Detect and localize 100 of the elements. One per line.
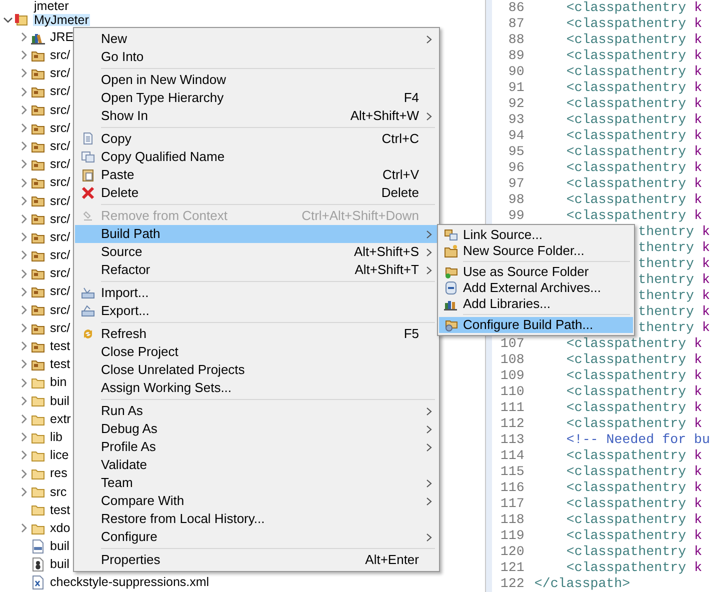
tree-item-label[interactable]: src/ <box>49 140 72 152</box>
menu-item[interactable]: Team <box>75 474 438 492</box>
menu-item[interactable]: Configure Build Path... <box>439 317 633 333</box>
shortcut-label: Alt+Shift+W <box>350 107 419 126</box>
menu-item[interactable]: Go Into <box>75 48 438 66</box>
file-icon <box>31 538 45 554</box>
tree-item-label[interactable]: src/ <box>49 212 72 226</box>
menu-item[interactable]: Paste Ctrl+V <box>75 166 438 184</box>
code-text: k <box>694 192 702 208</box>
menu-item[interactable]: Use as Source Folder <box>439 264 633 280</box>
tree-item-label[interactable]: src/ <box>49 249 72 262</box>
code-text: thentry <box>638 272 694 288</box>
tree-item-label[interactable]: test <box>49 340 72 353</box>
tree-item-label[interactable]: buil <box>49 394 70 408</box>
code-text: k <box>694 80 702 96</box>
shortcut-label: Alt+Shift+T <box>354 261 419 280</box>
tree-item-label[interactable]: buil <box>49 540 70 553</box>
menu-item[interactable]: Close Unrelated Projects <box>75 361 438 379</box>
menu-item[interactable]: Properties Alt+Enter <box>75 551 438 569</box>
tree-item-label[interactable]: src <box>49 486 68 498</box>
tree-item-label[interactable]: src/ <box>49 285 72 298</box>
tree-item-label[interactable]: src/ <box>49 194 72 208</box>
tree-item-label[interactable]: test <box>49 504 72 516</box>
menu-item[interactable]: Source Alt+Shift+S <box>75 243 438 261</box>
tree-item-label[interactable]: lice <box>49 449 70 462</box>
tree-item-label[interactable]: buil <box>49 558 70 571</box>
code-text: k <box>694 160 702 176</box>
menu-item[interactable]: Restore from Local History... <box>75 510 438 528</box>
code-text: k <box>694 416 702 432</box>
menu-item[interactable]: New <box>75 30 438 48</box>
code-text: <classpathentry <box>566 496 686 512</box>
menu-item[interactable]: Delete Delete <box>75 184 438 202</box>
code-text: k <box>694 480 702 496</box>
menu-item[interactable]: Add Libraries... <box>439 296 633 312</box>
tree-item-label[interactable]: src/ <box>49 158 72 171</box>
menu-item[interactable]: Debug As <box>75 420 438 438</box>
code-text: k <box>694 0 702 16</box>
menu-item[interactable]: Build Path <box>75 225 438 243</box>
menu-item[interactable]: Assign Working Sets... <box>75 379 438 397</box>
tree-item-label[interactable]: test <box>49 358 72 371</box>
tree-item-label[interactable]: src/ <box>49 104 72 116</box>
menu-item[interactable]: New Source Folder... <box>439 243 633 259</box>
paste-icon <box>81 168 95 182</box>
tree-item-label[interactable]: src/ <box>49 322 72 334</box>
line-number: 108 <box>499 352 524 368</box>
shortcut-label: Delete <box>381 184 419 202</box>
menu-item[interactable]: Export... <box>75 302 438 320</box>
menu-item[interactable]: Configure <box>75 528 438 546</box>
tree-item-label[interactable]: src/ <box>49 122 72 134</box>
line-number: 95 <box>507 144 524 160</box>
code-text: k <box>694 496 702 512</box>
tree-item-label[interactable]: bin <box>49 376 68 389</box>
shortcut-label: Alt+Shift+S <box>354 243 419 262</box>
menu-item[interactable]: Refresh F5 <box>75 325 438 343</box>
code-text: k <box>694 96 702 112</box>
menu-item[interactable]: Copy Qualified Name <box>75 148 438 166</box>
menu-item[interactable]: Close Project <box>75 343 438 361</box>
tree-item-label[interactable]: JRE <box>49 30 75 44</box>
menu-item[interactable]: Link Source... <box>439 227 633 243</box>
code-text: <classpathentry <box>566 464 686 480</box>
shortcut-label: Alt+Enter <box>365 551 419 570</box>
code-text: <classpathentry <box>566 336 686 352</box>
line-number: 91 <box>507 80 524 96</box>
tree-item-label[interactable]: src/ <box>49 67 72 80</box>
tree-item-label[interactable]: src/ <box>49 304 72 316</box>
line-number: 98 <box>507 192 524 208</box>
code-text: <classpathentry <box>566 48 686 64</box>
menu-item[interactable]: Add External Archives... <box>439 280 633 296</box>
tree-item-label[interactable]: res <box>49 467 68 480</box>
code-text: k <box>702 256 710 272</box>
menu-item[interactable]: Import... <box>75 284 438 302</box>
menu-item[interactable]: Run As <box>75 402 438 420</box>
tree-item-label[interactable]: src/ <box>49 230 72 244</box>
tree-item-label[interactable]: extr <box>49 412 72 426</box>
tree-item-label[interactable]: jmeter <box>33 0 70 12</box>
shortcut-label: Ctrl+C <box>382 130 419 148</box>
line-number: 99 <box>507 208 524 224</box>
code-text: <classpathentry <box>566 144 686 160</box>
line-number: 120 <box>499 544 524 560</box>
tree-item-label[interactable]: src/ <box>49 267 72 280</box>
tree-item-label[interactable]: src/ <box>49 85 72 98</box>
shortcut-label: F4 <box>404 89 419 108</box>
menu-item[interactable]: Open in New Window <box>75 71 438 89</box>
tree-item-label[interactable]: MyJmeter <box>33 14 90 26</box>
menu-item[interactable]: Copy Ctrl+C <box>75 130 438 148</box>
menu-item[interactable]: Profile As <box>75 438 438 456</box>
tree-item-label[interactable]: checkstyle-suppressions.xml <box>49 576 210 589</box>
refresh-icon <box>81 327 95 341</box>
menu-item[interactable]: Validate <box>75 456 438 474</box>
menu-item[interactable]: Compare With <box>75 492 438 510</box>
tree-item-label[interactable]: lib <box>49 430 64 444</box>
code-text: <classpathentry <box>566 192 686 208</box>
menu-item[interactable]: Refactor Alt+Shift+T <box>75 261 438 279</box>
menu-item[interactable]: Open Type Hierarchy F4 <box>75 89 438 107</box>
tree-item-label[interactable]: src/ <box>49 49 72 62</box>
code-text: k <box>702 288 710 304</box>
tree-item-label[interactable]: src/ <box>49 176 72 189</box>
tree-item-label[interactable]: xdo <box>49 522 72 534</box>
code-text: k <box>694 144 702 160</box>
menu-item[interactable]: Show In Alt+Shift+W <box>75 107 438 125</box>
